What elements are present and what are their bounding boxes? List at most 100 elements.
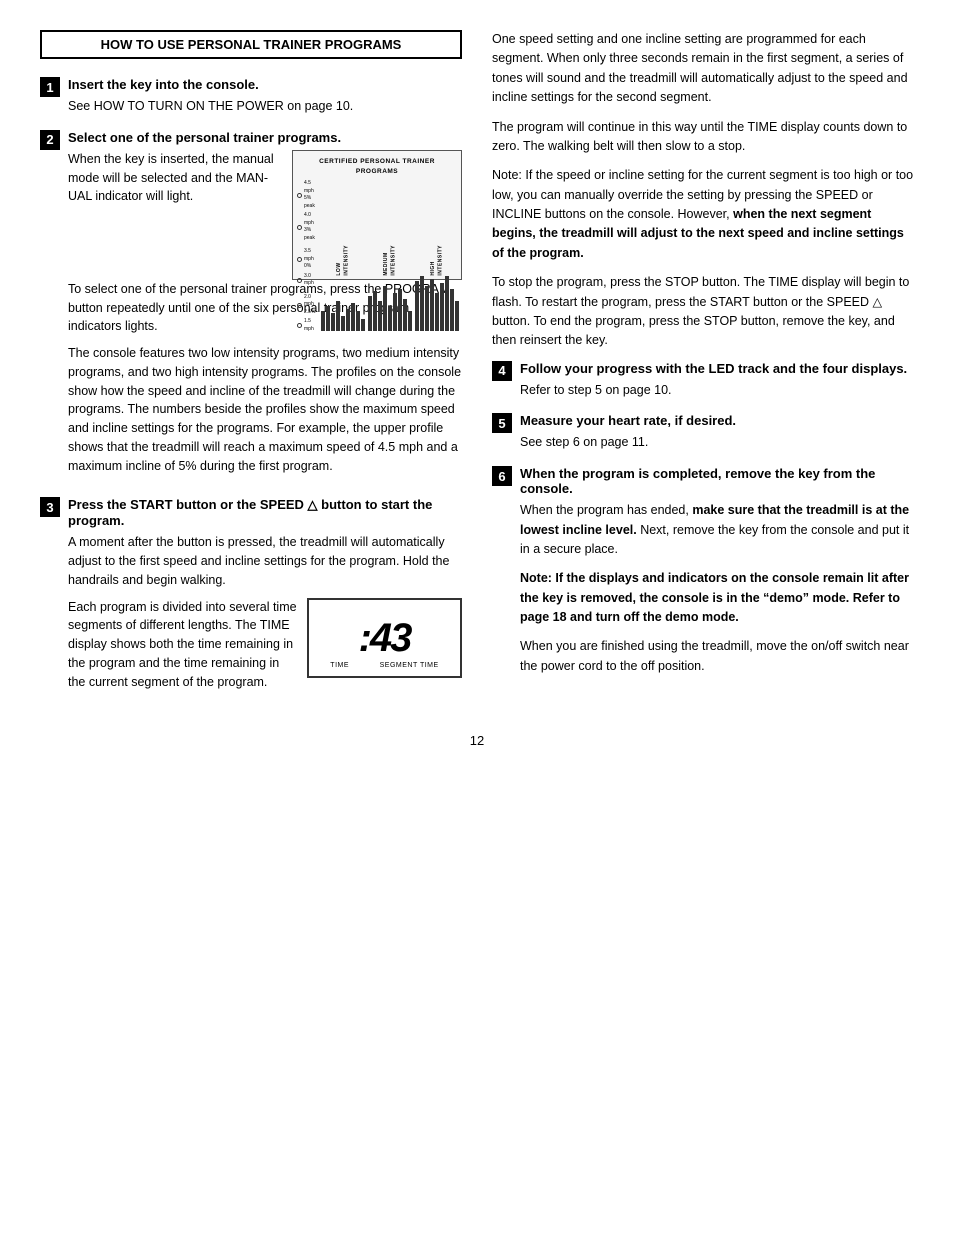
label-1: 4.5 mph5% peak [304,180,315,210]
step-2-title: Select one of the personal trainer progr… [68,130,462,145]
label-row-6: 1.5 mph [297,318,315,333]
label-row-4: 3.0 mph [297,273,315,288]
low-bars [321,276,365,331]
low-intensity-label: LOWINTENSITY [336,245,351,276]
bar-h7 [445,276,449,331]
bar-m9 [408,311,412,331]
medium-bars [368,276,412,331]
dot-6 [297,323,302,328]
section-header: HOW TO USE PERSONAL TRAINER PROGRAMS [40,30,462,59]
page-container: HOW TO USE PERSONAL TRAINER PROGRAMS 1 I… [40,30,914,748]
bar-l3 [331,313,335,331]
step-1-content: Insert the key into the console. See HOW… [68,77,462,116]
step-6-p3: When you are finished using the treadmil… [520,637,914,676]
step-5-body: See step 6 on page 11. [520,433,914,452]
step-2: 2 Select one of the personal trainer pro… [40,130,462,484]
step-6-content: When the program is completed, remove th… [520,466,914,686]
label-4: 3.0 mph [304,273,315,288]
bar-l1 [321,311,325,331]
step-1-body: See HOW TO TURN ON THE POWER on page 10. [68,97,462,116]
bar-h5 [435,293,439,331]
bar-h6 [440,283,444,331]
step-3-text: Each program is divided into several tim… [68,598,297,700]
label-row-3: 3.5 mph0% [297,248,315,271]
step-3-content: Press the START button or the SPEED △ bu… [68,497,462,699]
bar-h2 [420,276,424,331]
step-3-inner: Each program is divided into several tim… [68,598,462,700]
step-6-p1: When the program has ended, make sure th… [520,501,914,559]
bar-h4 [430,279,434,331]
medium-intensity-label: MEDIUMINTENSITY [383,245,398,276]
step-4-title: Follow your progress with the LED track … [520,361,914,376]
step-3-number: 3 [40,497,60,517]
dot-3 [297,257,302,262]
page-number: 12 [40,733,914,748]
bar-chart: LOWINTENSITY [321,180,459,333]
label-6: 1.5 mph [304,318,315,333]
time-display: :43 TIME SEGMENT TIME [307,598,462,678]
right-p4: To stop the program, press the STOP butt… [492,273,914,351]
right-p1: One speed setting and one incline settin… [492,30,914,108]
bar-m1 [368,296,372,331]
bar-l6 [346,309,350,331]
high-bars [415,276,459,331]
step-4: 4 Follow your progress with the LED trac… [492,361,914,400]
step-3: 3 Press the START button or the SPEED △ … [40,497,462,699]
label-row-2: 4.0 mph3% peak [297,212,315,242]
step-1-title: Insert the key into the console. [68,77,462,92]
step-2-content: Select one of the personal trainer progr… [68,130,462,484]
step-6-p2-bold: Note: If the displays and indicators on … [520,571,909,624]
step-1: 1 Insert the key into the console. See H… [40,77,462,116]
dot-4 [297,278,302,283]
bar-l8 [356,311,360,331]
bar-m5 [388,306,392,331]
medium-intensity-group: MEDIUMINTENSITY [368,245,412,332]
step-3-p1: A moment after the button is pressed, th… [68,533,462,589]
step-3-title: Press the START button or the SPEED △ bu… [68,497,462,528]
bar-l4 [336,301,340,331]
right-column: One speed setting and one incline settin… [492,30,914,713]
step-2-p3: The console features two low intensity p… [68,344,462,475]
bar-m3 [378,301,382,331]
step-4-body: Refer to step 5 on page 10. [520,381,914,400]
bar-l2 [326,306,330,331]
time-label: TIME [330,661,349,672]
bar-l5 [341,316,345,331]
dot-1 [297,193,302,198]
step-6-number: 6 [492,466,512,486]
left-column: HOW TO USE PERSONAL TRAINER PROGRAMS 1 I… [40,30,462,713]
right-p2: The program will continue in this way un… [492,118,914,157]
bar-m8 [403,299,407,331]
step-1-number: 1 [40,77,60,97]
step-2-p1: When the key is inserted, the manual mod… [68,150,282,206]
bar-h9 [455,301,459,331]
console-image-title: CERTIFIED PERSONAL TRAINER PROGRAMS [297,157,457,177]
bar-h8 [450,289,454,331]
step-6-title: When the program is completed, remove th… [520,466,914,496]
step-2-text: When the key is inserted, the manual mod… [68,150,282,214]
bar-m6 [393,293,397,331]
two-column-layout: HOW TO USE PERSONAL TRAINER PROGRAMS 1 I… [40,30,914,713]
time-display-value: :43 [359,618,411,658]
bar-m7 [398,289,402,331]
step-5-title: Measure your heart rate, if desired. [520,413,914,428]
console-image: CERTIFIED PERSONAL TRAINER PROGRAMS 4.5 … [292,150,462,280]
console-rows: 4.5 mph5% peak 4.0 mph3% peak [297,180,457,333]
low-intensity-group: LOWINTENSITY [321,245,365,332]
dot-5 [297,303,302,308]
step-2-number: 2 [40,130,60,150]
high-intensity-group: HIGHINTENSITY [415,245,459,332]
step-5-number: 5 [492,413,512,433]
label-3: 3.5 mph0% [304,248,315,271]
label-row-5: 2.0 mph2.5% [297,294,315,317]
bar-h1 [415,281,419,331]
step-5-content: Measure your heart rate, if desired. See… [520,413,914,452]
step-3-p2: Each program is divided into several tim… [68,598,297,692]
step-6-p2: Note: If the displays and indicators on … [520,569,914,627]
dot-2 [297,225,302,230]
step-3-body: A moment after the button is pressed, th… [68,533,462,699]
step-6: 6 When the program is completed, remove … [492,466,914,686]
bar-h3 [425,286,429,331]
console-labels: 4.5 mph5% peak 4.0 mph3% peak [297,180,315,333]
label-5: 2.0 mph2.5% [304,294,315,317]
